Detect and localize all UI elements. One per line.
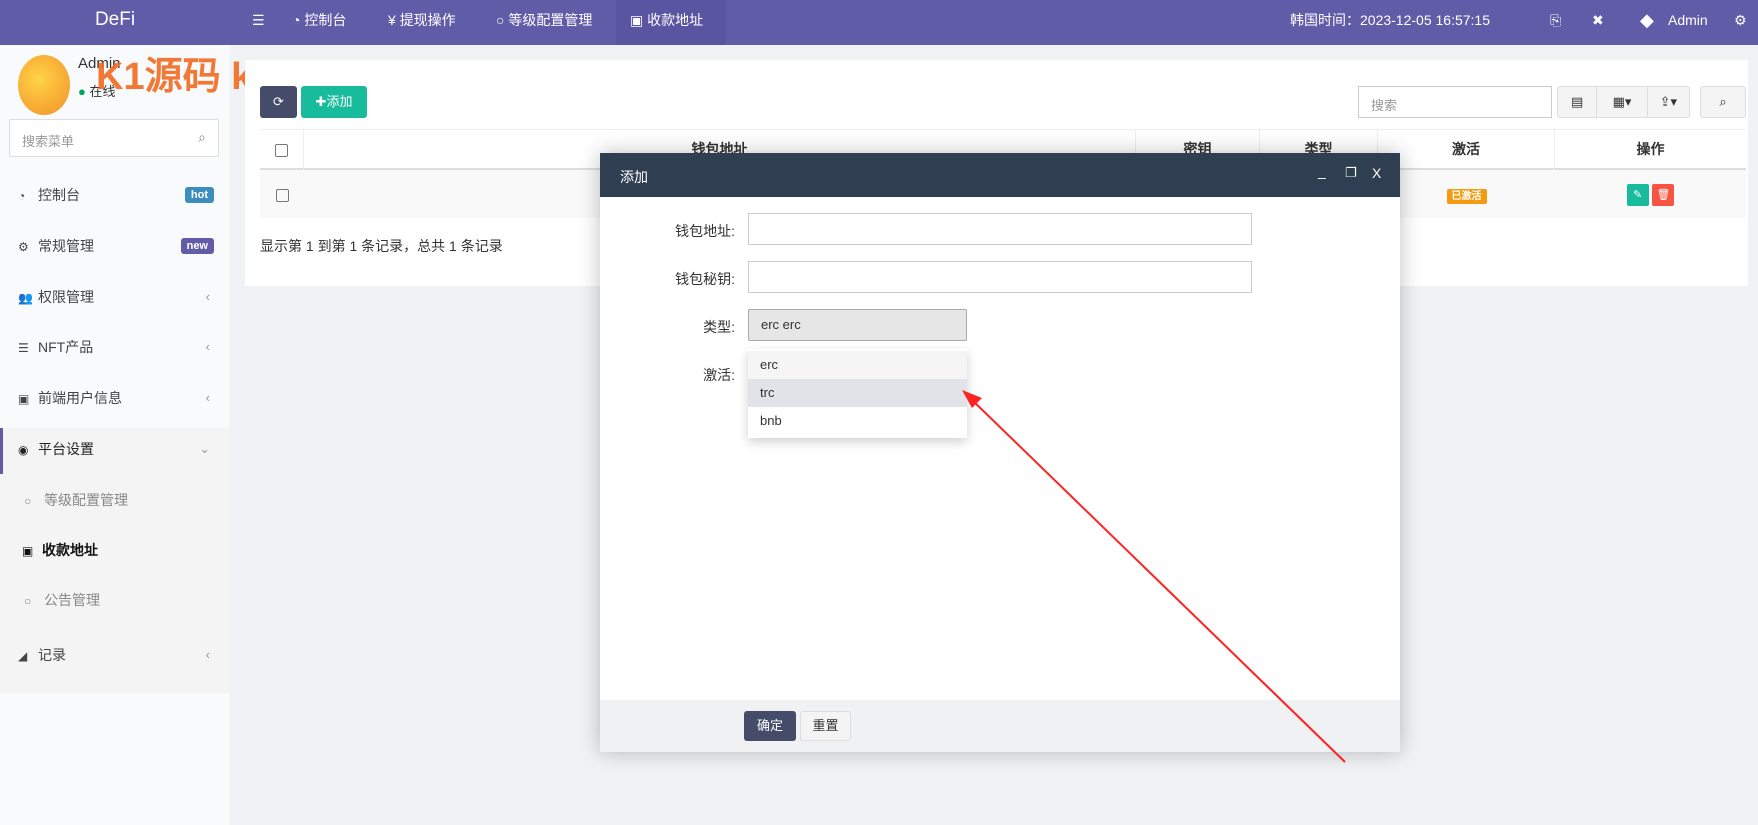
red-arrow-annotation (962, 390, 1346, 763)
